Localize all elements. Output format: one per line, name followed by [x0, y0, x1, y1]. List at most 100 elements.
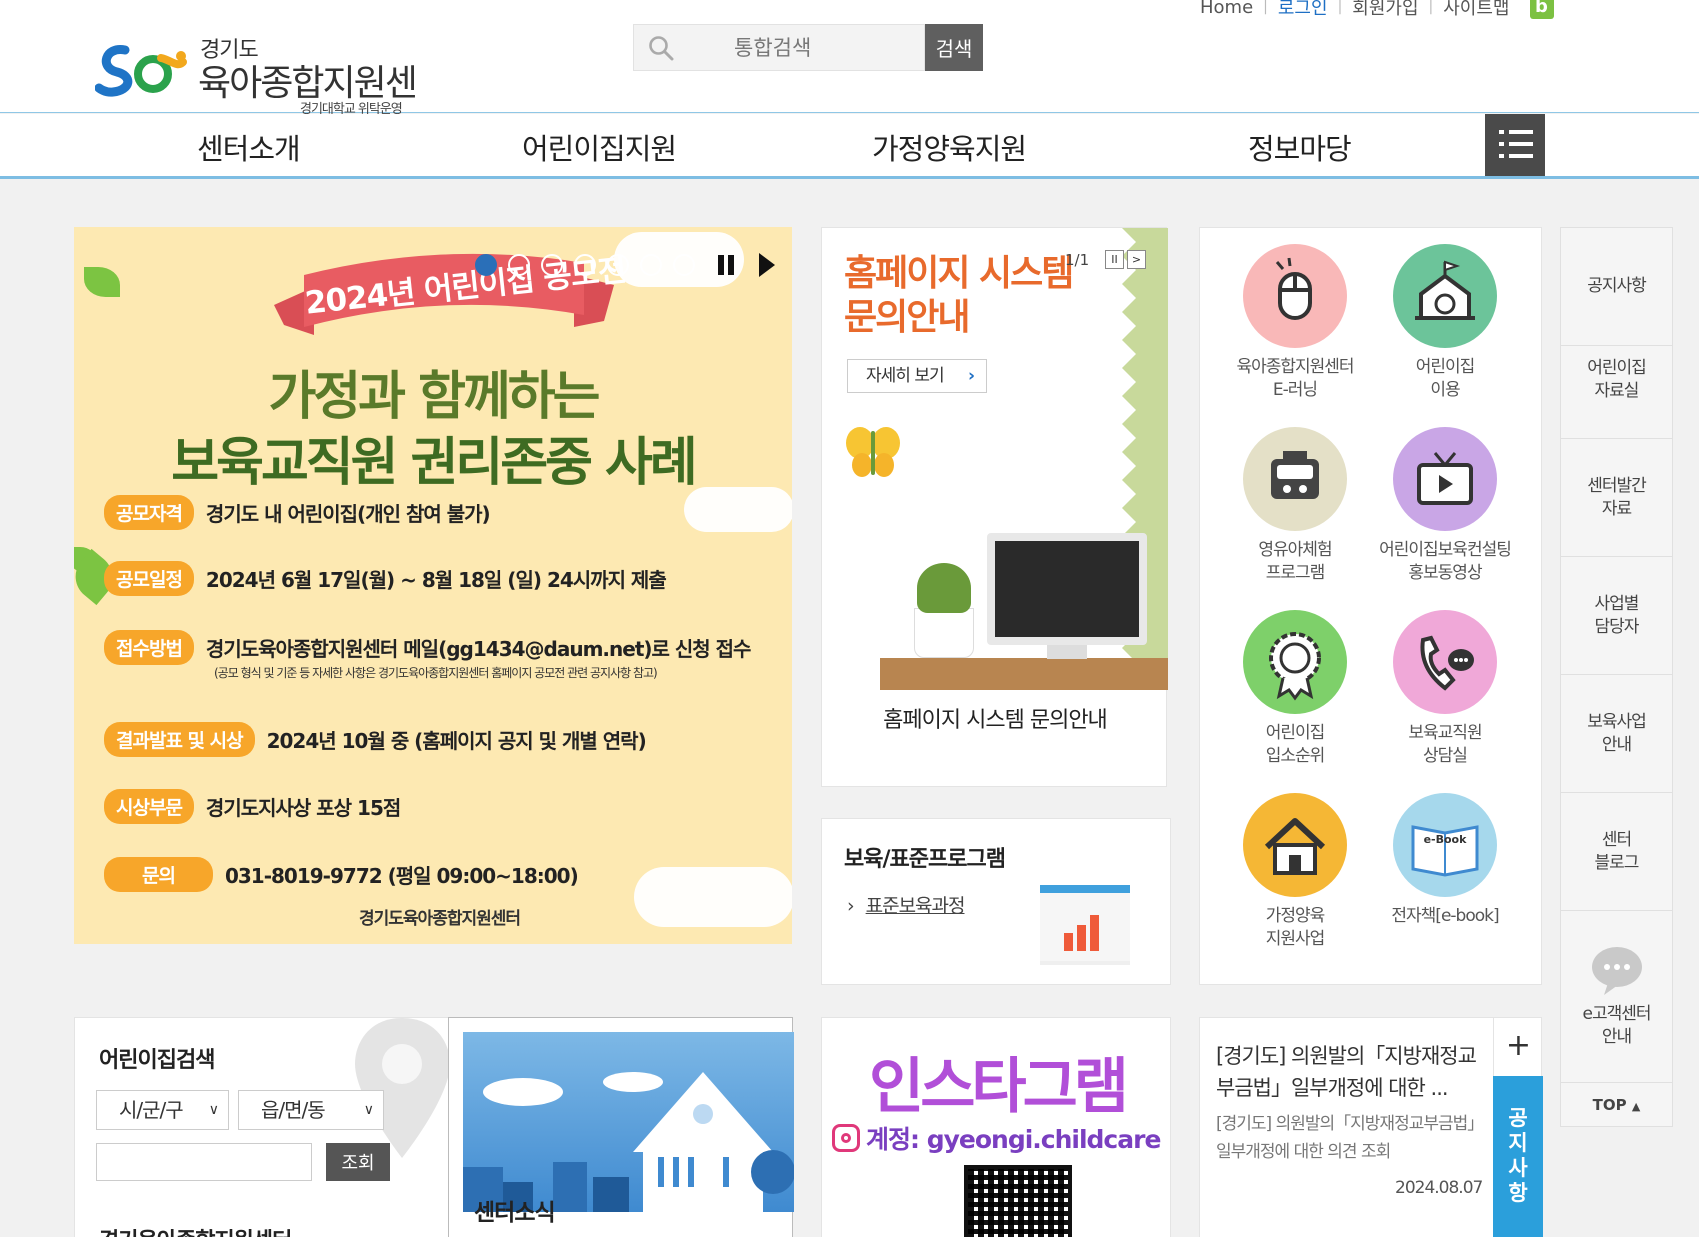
instagram-account-text: 계정: gyeongi.childcare	[866, 1125, 1161, 1154]
pause-icon[interactable]	[714, 253, 738, 277]
play-icon[interactable]	[759, 253, 775, 277]
all-menu-icon[interactable]	[1485, 114, 1545, 176]
monitor-stand	[1047, 645, 1087, 659]
instagram-title: 인스타그램	[869, 1052, 1129, 1122]
rail-item-publications[interactable]: 센터발간 자료	[1561, 439, 1672, 557]
svg-text:e-Book: e-Book	[1424, 833, 1468, 846]
daycare-name-input[interactable]	[96, 1143, 312, 1181]
mouse-icon	[1243, 244, 1347, 348]
sitemap-link[interactable]: 사이트맵	[1433, 0, 1519, 20]
banner-tag: 문의	[104, 857, 213, 892]
notice-tab[interactable]: 공지사항	[1493, 1076, 1543, 1237]
banner-tag: 결과발표 및 시상	[104, 722, 255, 757]
rail-item-staff[interactable]: 사업별 담당자	[1561, 557, 1672, 675]
search-input[interactable]	[689, 25, 919, 70]
banner-row: 시상부문 경기도지사상 포상 15점	[104, 789, 401, 824]
program-title: 보육/표준프로그램	[844, 847, 1006, 872]
system-inquiry-caption[interactable]: 홈페이지 시스템 문의안내	[822, 702, 1168, 734]
nav-center-intro[interactable]: 센터소개	[197, 126, 301, 168]
desk	[880, 658, 1168, 690]
rail-item-blog[interactable]: 센터 블로그	[1561, 793, 1672, 911]
quick-item-label: 어린이집 이용	[1415, 357, 1476, 400]
quick-item-home-parenting[interactable]: 가정양육 지원사업	[1220, 793, 1370, 951]
banner-value: 2024년 6월 17일(월) ~ 8월 18일 (일) 24시까지 제출	[205, 568, 667, 592]
login-link[interactable]: 로그인	[1268, 0, 1338, 20]
slide-dot[interactable]	[640, 254, 662, 276]
join-link[interactable]: 회원가입	[1342, 0, 1428, 20]
plant-icon	[917, 563, 971, 613]
nav-home-parenting[interactable]: 가정양육지원	[872, 126, 1027, 168]
quick-item-ebook[interactable]: e-Book 전자책[e-book]	[1370, 793, 1520, 928]
center-news-card[interactable]: 센터소식	[448, 1017, 794, 1237]
blog-icon[interactable]: b	[1529, 0, 1554, 19]
monitor-icon	[987, 533, 1147, 645]
banner-title-1: 가정과 함께하는	[268, 367, 601, 427]
notice-title[interactable]: [경기도] 의원발의「지방재정교부금법」일부개정에 대한 ...	[1216, 1040, 1477, 1104]
town-select[interactable]: 읍/면/동 ∨	[238, 1090, 384, 1130]
search-button[interactable]: 검색	[925, 24, 983, 71]
chevron-down-icon: ∨	[363, 1102, 374, 1118]
quick-item-admission-rank[interactable]: 어린이집 입소순위	[1220, 610, 1370, 768]
nav-daycare-support[interactable]: 어린이집지원	[522, 126, 677, 168]
chat-bubble-icon	[1591, 946, 1642, 995]
system-title-line: 문의안내	[844, 297, 970, 338]
main-navigation: 센터소개 어린이집지원 가정양육지원 정보마당	[0, 114, 1699, 179]
quick-item-label: 어린이집 입소순위	[1265, 723, 1326, 766]
slide-dot[interactable]	[574, 254, 596, 276]
instagram-card[interactable]: 인스타그램 계정: gyeongi.childcare	[821, 1017, 1171, 1237]
instagram-account: 계정: gyeongi.childcare	[832, 1120, 1161, 1156]
daycare-search-button[interactable]: 조회	[326, 1143, 390, 1181]
city-select[interactable]: 시/군/구 ∨	[96, 1090, 229, 1130]
banner-value: 경기도육아종합지원센터 메일(gg1434@daum.net)로 신청 접수	[205, 637, 752, 661]
banner-row: 결과발표 및 시상 2024년 10월 중 (홈페이지 공지 및 개별 연락)	[104, 722, 647, 757]
view-more-label: 자세히 보기	[866, 366, 945, 386]
nav-info[interactable]: 정보마당	[1248, 126, 1352, 168]
next-icon[interactable]: >	[1127, 250, 1146, 269]
utility-links: Home | 로그인 | 회원가입 | 사이트맵 b	[1190, 0, 1554, 20]
banner-row: 공모자격 경기도 내 어린이집(개인 참여 불가)	[104, 495, 491, 530]
slide-dot[interactable]	[673, 254, 695, 276]
notice-date: 2024.08.07	[1395, 1178, 1483, 1198]
banner-row: 접수방법 경기도육아종합지원센터 메일(gg1434@daum.net)로 신청…	[104, 630, 752, 665]
quick-item-counseling[interactable]: 보육교직원 상담실	[1370, 610, 1520, 768]
program-link-label: 표준보육과정	[865, 895, 966, 917]
banner-value: 경기도지사상 포상 15점	[205, 796, 401, 820]
quick-item-label: 가정양육 지원사업	[1265, 906, 1326, 949]
plus-icon[interactable]: +	[1493, 1018, 1543, 1076]
search-box	[633, 24, 925, 71]
banner-value: 2024년 10월 중 (홈페이지 공지 및 개별 연락)	[266, 729, 647, 753]
view-more-button[interactable]: 자세히 보기 ›	[847, 359, 987, 393]
scroll-top-button[interactable]: TOP ▲	[1561, 1083, 1672, 1127]
system-inquiry-title: 홈페이지 시스템 문의안내	[844, 252, 1074, 340]
pause-icon[interactable]: II	[1105, 250, 1124, 269]
rail-item-customer-center[interactable]: e고객센터 안내	[1561, 911, 1672, 1083]
next-section-title: 경기육아종합지원센터	[99, 1223, 292, 1237]
center-news-image	[463, 1032, 794, 1212]
badge-award-icon	[1243, 610, 1347, 714]
slide-dot[interactable]	[607, 254, 629, 276]
quick-item-experience[interactable]: 영유아체험 프로그램	[1220, 427, 1370, 585]
banner-title-2: 보육교직원 권리존중 사례	[171, 433, 697, 493]
main-banner[interactable]: 2024년 어린이집 공모전 가정과 함께하는 보육교직원 권리존중 사례 공모…	[74, 227, 792, 944]
system-inquiry-card[interactable]: 홈페이지 시스템 문의안내 1/1 II > 자세히 보기 › 홈페이지 시스템…	[821, 227, 1168, 787]
rail-item-childcare-guide[interactable]: 보육사업 안내	[1561, 675, 1672, 793]
quick-item-daycare-use[interactable]: 어린이집 이용	[1370, 244, 1520, 402]
center-news-label: 센터소식	[474, 1200, 556, 1226]
daycare-search-card: 어린이집검색 시/군/구∨ 읍/면/동∨ 조회 경기육아종합지원센터	[74, 1017, 450, 1237]
rail-item-daycare-library[interactable]: 어린이집 자료실	[1561, 321, 1672, 439]
caret-up-icon: ▲	[1631, 1100, 1641, 1113]
home-link[interactable]: Home	[1190, 0, 1263, 18]
search-bar: 검색	[633, 24, 983, 71]
quick-item-elearning[interactable]: 육아종합지원센터 E-러닝	[1220, 244, 1370, 402]
program-link[interactable]: › 표준보육과정	[847, 891, 965, 918]
quick-menu: 육아종합지원센터 E-러닝 어린이집 이용 영유아체험 프로그램 어린이집보육컨설팅 홍…	[1199, 227, 1542, 985]
notice-tab-label: 공지사항	[1508, 1106, 1528, 1205]
phone-chat-icon	[1393, 610, 1497, 714]
slide-dot[interactable]	[541, 254, 563, 276]
slide-dot[interactable]	[475, 254, 497, 276]
site-logo[interactable]: 경기도 육아종합지원센터 경기대학교 위탁운영	[95, 30, 435, 156]
quick-item-consulting-video[interactable]: 어린이집보육컨설팅 홍보동영상	[1370, 427, 1520, 585]
quick-item-label: 육아종합지원센터 E-러닝	[1236, 357, 1354, 400]
header: 경기도 육아종합지원센터 경기대학교 위탁운영 검색 Home | 로그인 | …	[0, 0, 1699, 156]
slide-dot[interactable]	[508, 254, 530, 276]
